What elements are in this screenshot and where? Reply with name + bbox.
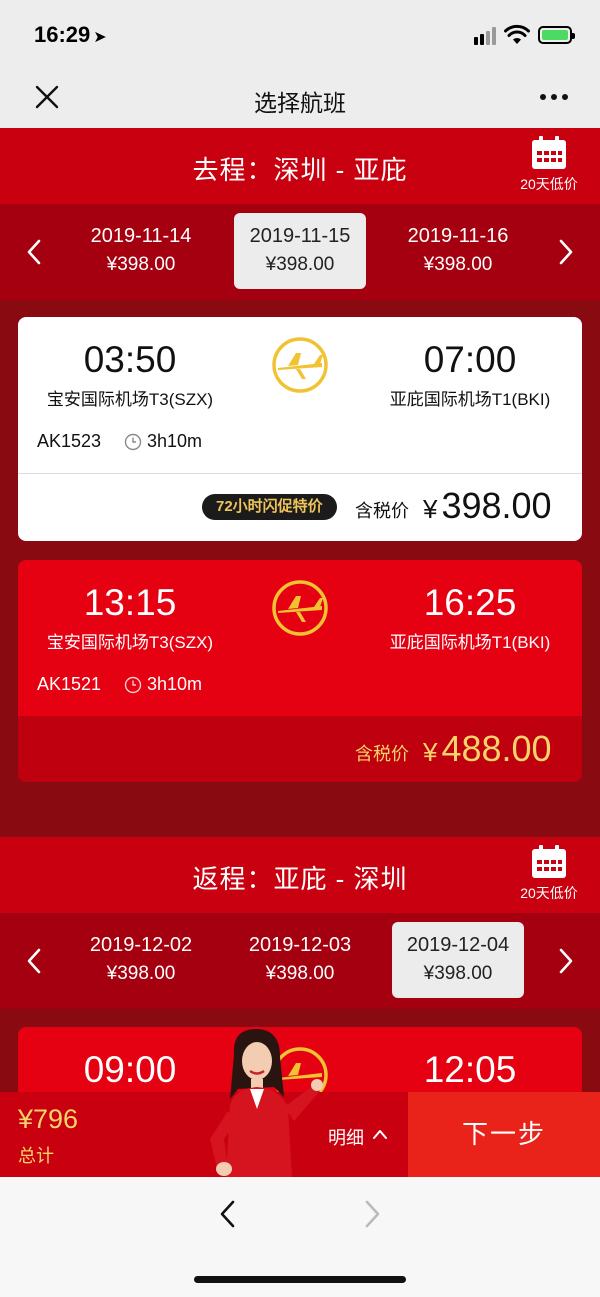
arrival-airport: 亚庇国际机场T1(BKI) bbox=[389, 390, 551, 409]
price-detail-toggle[interactable]: 明细 bbox=[328, 1124, 364, 1150]
outbound-date-option[interactable]: 2019-11-16 ¥398.00 bbox=[392, 213, 524, 289]
departure-airport: 宝安国际机场T3(SZX) bbox=[46, 390, 214, 409]
outbound-route-header: 去程：深圳 - 亚庇 20天低价 bbox=[0, 128, 600, 204]
return-route-header: 返程：亚庇 - 深圳 20天低价 bbox=[0, 837, 600, 913]
arrival-time: 07:00 bbox=[423, 339, 517, 380]
browser-back-icon[interactable] bbox=[218, 1199, 238, 1229]
promo-badge: 72小时闪促特价 bbox=[202, 494, 337, 520]
calendar-icon bbox=[532, 845, 566, 878]
arrival-time: 16:25 bbox=[423, 582, 517, 623]
outbound-date-option-selected[interactable]: 2019-11-15 ¥398.00 bbox=[234, 213, 366, 289]
browser-toolbar bbox=[0, 1177, 600, 1297]
battery-icon bbox=[538, 26, 575, 44]
chevron-up-icon[interactable] bbox=[372, 1128, 388, 1140]
total-price: ¥796 bbox=[18, 1104, 79, 1134]
departure-time: 03:50 bbox=[83, 339, 177, 380]
return-date-strip: 2019-12-02 ¥398.00 2019-12-03 ¥398.00 2019… bbox=[0, 913, 600, 1009]
return-date-option[interactable]: 2019-12-03 ¥398.00 bbox=[234, 922, 366, 998]
flight-duration: 3h10m bbox=[147, 431, 203, 451]
fare-price: ¥488.00 bbox=[423, 728, 552, 769]
flight-attendant-illustration bbox=[210, 1029, 323, 1177]
browser-forward-icon[interactable] bbox=[362, 1199, 382, 1229]
calendar-label: 20天低价 bbox=[520, 176, 578, 192]
calendar-icon bbox=[532, 136, 566, 169]
airline-logo-icon bbox=[272, 580, 328, 636]
arrival-airport: 亚庇国际机场T1(BKI) bbox=[389, 633, 551, 652]
return-low-price-calendar-button[interactable]: 20天低价 bbox=[514, 845, 584, 905]
clock-icon bbox=[124, 433, 142, 451]
wifi-icon bbox=[504, 24, 530, 44]
airline-logo-icon bbox=[272, 337, 328, 393]
more-icon[interactable] bbox=[540, 94, 568, 102]
chevron-right-icon[interactable] bbox=[558, 238, 574, 266]
return-route-title: 返程：亚庇 - 深圳 bbox=[192, 864, 408, 894]
nav-bar: 选择航班 bbox=[0, 70, 600, 128]
price-row: 含税价 ¥488.00 bbox=[18, 716, 582, 782]
calendar-label: 20天低价 bbox=[520, 885, 578, 901]
outbound-date-option[interactable]: 2019-11-14 ¥398.00 bbox=[75, 213, 207, 289]
clock-icon bbox=[124, 676, 142, 694]
outbound-route-title: 去程：深圳 - 亚庇 bbox=[192, 155, 408, 185]
flight-card-selected[interactable]: 03:50 宝安国际机场T3(SZX) 07:00 亚庇国际机场T1(BKI) … bbox=[18, 317, 582, 541]
return-date-option[interactable]: 2019-12-02 ¥398.00 bbox=[75, 922, 207, 998]
home-indicator[interactable] bbox=[194, 1276, 406, 1283]
departure-time: 09:00 bbox=[83, 1049, 177, 1090]
flight-duration: 3h10m bbox=[147, 674, 203, 694]
chevron-right-icon[interactable] bbox=[558, 947, 574, 975]
outbound-low-price-calendar-button[interactable]: 20天低价 bbox=[514, 136, 584, 196]
flight-number: AK1521 bbox=[37, 674, 102, 694]
tax-included-label: 含税价 bbox=[355, 744, 409, 764]
departure-airport: 宝安国际机场T3(SZX) bbox=[46, 633, 214, 652]
page-title: 选择航班 bbox=[254, 90, 346, 116]
status-bar: 16:29 ➤ bbox=[0, 0, 600, 70]
arrival-time: 12:05 bbox=[423, 1049, 517, 1090]
next-step-button[interactable]: 下一步 bbox=[408, 1092, 600, 1177]
location-arrow-icon: ➤ bbox=[93, 29, 107, 46]
chevron-left-icon[interactable] bbox=[26, 947, 42, 975]
total-label: 总计 bbox=[18, 1146, 54, 1166]
status-time: 16:29 ➤ bbox=[34, 22, 107, 47]
tax-included-label: 含税价 bbox=[355, 501, 409, 521]
departure-time: 13:15 bbox=[83, 582, 177, 623]
return-date-option-selected[interactable]: 2019-12-04 ¥398.00 bbox=[392, 922, 524, 998]
flight-card[interactable]: 13:15 宝安国际机场T3(SZX) 16:25 亚庇国际机场T1(BKI) … bbox=[18, 560, 582, 782]
price-row: 72小时闪促特价 含税价 ¥398.00 bbox=[18, 473, 582, 541]
chevron-left-icon[interactable] bbox=[26, 238, 42, 266]
fare-price: ¥398.00 bbox=[423, 485, 552, 526]
signal-icon bbox=[474, 27, 500, 45]
flight-number: AK1523 bbox=[37, 431, 102, 451]
outbound-date-strip: 2019-11-14 ¥398.00 2019-11-15 ¥398.00 2019… bbox=[0, 204, 600, 300]
